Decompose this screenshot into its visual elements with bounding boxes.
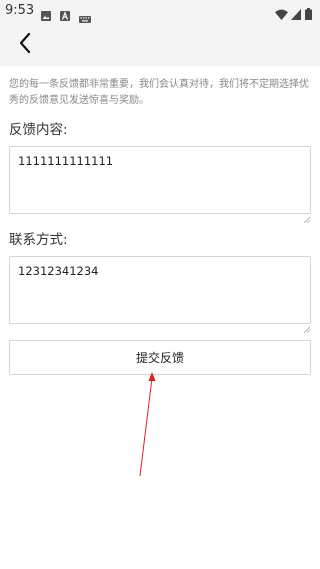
contact-label: 联系方式: xyxy=(9,232,68,248)
app-bar xyxy=(0,24,320,66)
font-download-icon xyxy=(60,6,70,25)
intro-text: 您的每一条反馈都非常重要，我们会认真对待，我们将不定期选择优秀的反馈意见发送惊喜… xyxy=(9,79,309,106)
feedback-content-input[interactable]: 1111111111111 xyxy=(9,146,311,214)
resize-grip-icon[interactable] xyxy=(303,318,311,334)
resize-grip-icon[interactable] xyxy=(303,208,311,224)
back-button[interactable] xyxy=(8,28,42,62)
image-icon xyxy=(41,6,51,25)
submit-feedback-button[interactable]: 提交反馈 xyxy=(9,340,311,375)
wifi-icon xyxy=(275,5,288,24)
status-time: 9:53 xyxy=(5,3,35,18)
battery-icon xyxy=(305,5,312,24)
chevron-left-icon xyxy=(18,32,32,58)
feedback-label: 反馈内容: xyxy=(9,122,68,138)
signal-icon xyxy=(291,5,301,24)
contact-input[interactable]: 12312341234 xyxy=(9,256,311,324)
status-bar: 9:53 xyxy=(0,0,320,24)
